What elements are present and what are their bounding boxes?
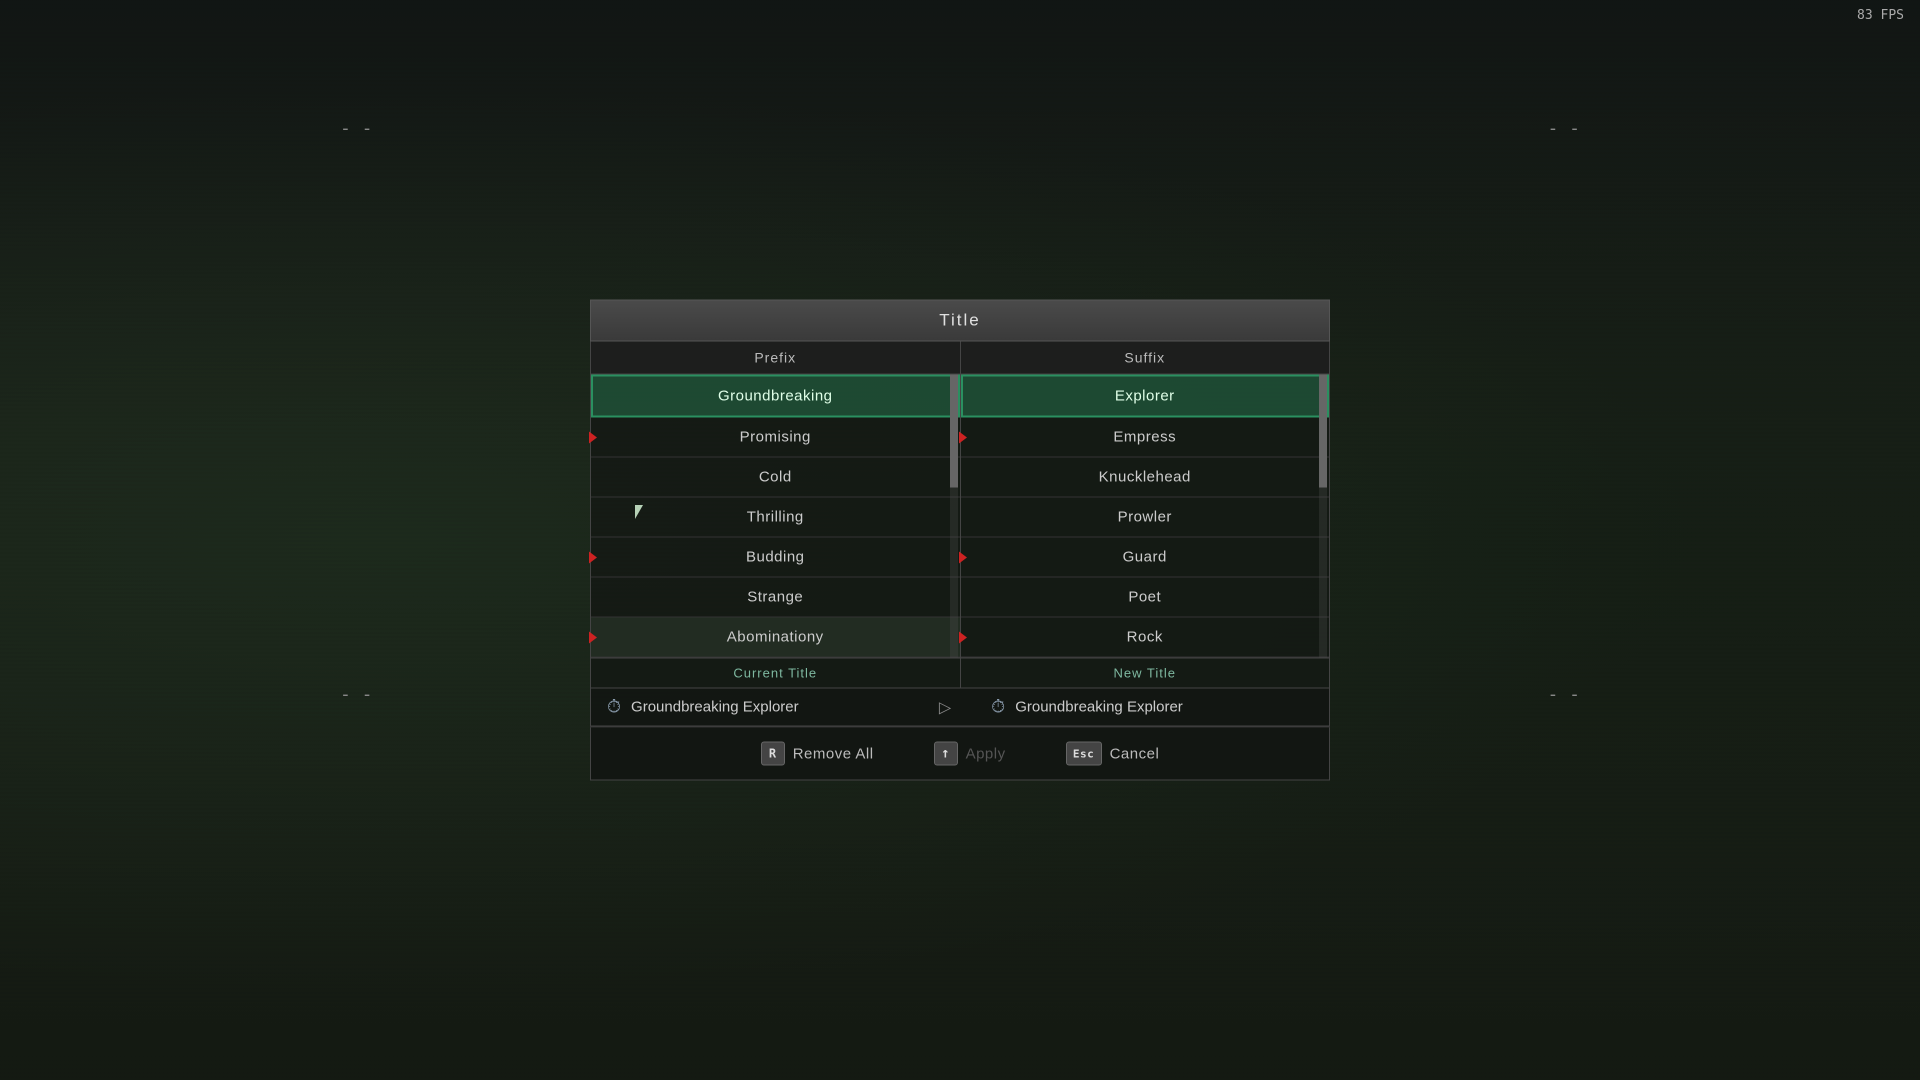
marker-rock xyxy=(959,631,967,643)
fps-counter: 83 FPS xyxy=(1857,8,1904,23)
corner-tr: - - xyxy=(1547,118,1580,139)
remove-all-key: R xyxy=(761,742,785,766)
lists-container: Groundbreaking Promising Cold Thrilling … xyxy=(590,375,1330,659)
suffix-scroll-thumb xyxy=(1319,375,1327,488)
prefix-header: Prefix xyxy=(591,342,961,374)
apply-label: Apply xyxy=(966,745,1006,762)
suffix-item-knucklehead[interactable]: Knucklehead xyxy=(961,458,1330,498)
cancel-button[interactable]: Esc Cancel xyxy=(1066,742,1160,766)
suffix-item-explorer[interactable]: Explorer xyxy=(961,375,1330,418)
prefix-item-groundbreaking[interactable]: Groundbreaking xyxy=(591,375,960,418)
remove-all-button[interactable]: R Remove All xyxy=(761,742,874,766)
suffix-scrollbar[interactable] xyxy=(1319,375,1327,658)
current-title-value-container: ⏱ Groundbreaking Explorer xyxy=(607,697,929,718)
current-title-icon: ⏱ xyxy=(607,697,621,718)
title-values-row: ⏱ Groundbreaking Explorer ▷ ⏱ Groundbrea… xyxy=(590,689,1330,727)
dialog-title: Title xyxy=(590,300,1330,342)
prefix-item-cold[interactable]: Cold xyxy=(591,458,960,498)
marker-guard xyxy=(959,551,967,563)
button-row: R Remove All ↑ Apply Esc Cancel xyxy=(590,728,1330,781)
suffix-item-rock[interactable]: Rock xyxy=(961,618,1330,658)
arrow-right-icon: ▷ xyxy=(929,697,961,717)
suffix-item-guard[interactable]: Guard xyxy=(961,538,1330,578)
column-headers: Prefix Suffix xyxy=(590,342,1330,375)
prefix-item-thrilling[interactable]: Thrilling xyxy=(591,498,960,538)
suffix-list: Explorer Empress Knucklehead Prowler Gua… xyxy=(961,375,1330,658)
marker-promising xyxy=(589,431,597,443)
suffix-item-prowler[interactable]: Prowler xyxy=(961,498,1330,538)
suffix-item-poet[interactable]: Poet xyxy=(961,578,1330,618)
cancel-key: Esc xyxy=(1066,742,1102,766)
marker-abominationy xyxy=(589,631,597,643)
current-title-text: Groundbreaking Explorer xyxy=(631,699,799,716)
current-title-label: Current Title xyxy=(591,659,961,688)
corner-tl: - - xyxy=(340,118,373,139)
prefix-item-promising[interactable]: Promising xyxy=(591,418,960,458)
new-title-icon: ⏱ xyxy=(991,697,1005,718)
title-dialog: Title Prefix Suffix Groundbreaking Promi… xyxy=(590,300,1330,781)
prefix-item-budding[interactable]: Budding xyxy=(591,538,960,578)
suffix-item-empress[interactable]: Empress xyxy=(961,418,1330,458)
title-labels-row: Current Title New Title xyxy=(590,659,1330,689)
apply-button[interactable]: ↑ Apply xyxy=(934,742,1006,766)
prefix-item-strange[interactable]: Strange xyxy=(591,578,960,618)
new-title-label: New Title xyxy=(961,659,1330,688)
remove-all-label: Remove All xyxy=(793,745,874,762)
marker-budding xyxy=(589,551,597,563)
cancel-label: Cancel xyxy=(1110,745,1160,762)
prefix-scrollbar[interactable] xyxy=(950,375,958,658)
suffix-header: Suffix xyxy=(961,342,1330,374)
corner-br: - - xyxy=(1547,684,1580,705)
prefix-item-abominationy[interactable]: Abominationy xyxy=(591,618,960,658)
new-title-value-container: ⏱ Groundbreaking Explorer xyxy=(961,697,1313,718)
prefix-scroll-thumb xyxy=(950,375,958,488)
new-title-text: Groundbreaking Explorer xyxy=(1015,699,1183,716)
prefix-list: Groundbreaking Promising Cold Thrilling … xyxy=(591,375,961,658)
apply-key: ↑ xyxy=(934,742,958,766)
marker-empress xyxy=(959,431,967,443)
corner-bl: - - xyxy=(340,684,373,705)
